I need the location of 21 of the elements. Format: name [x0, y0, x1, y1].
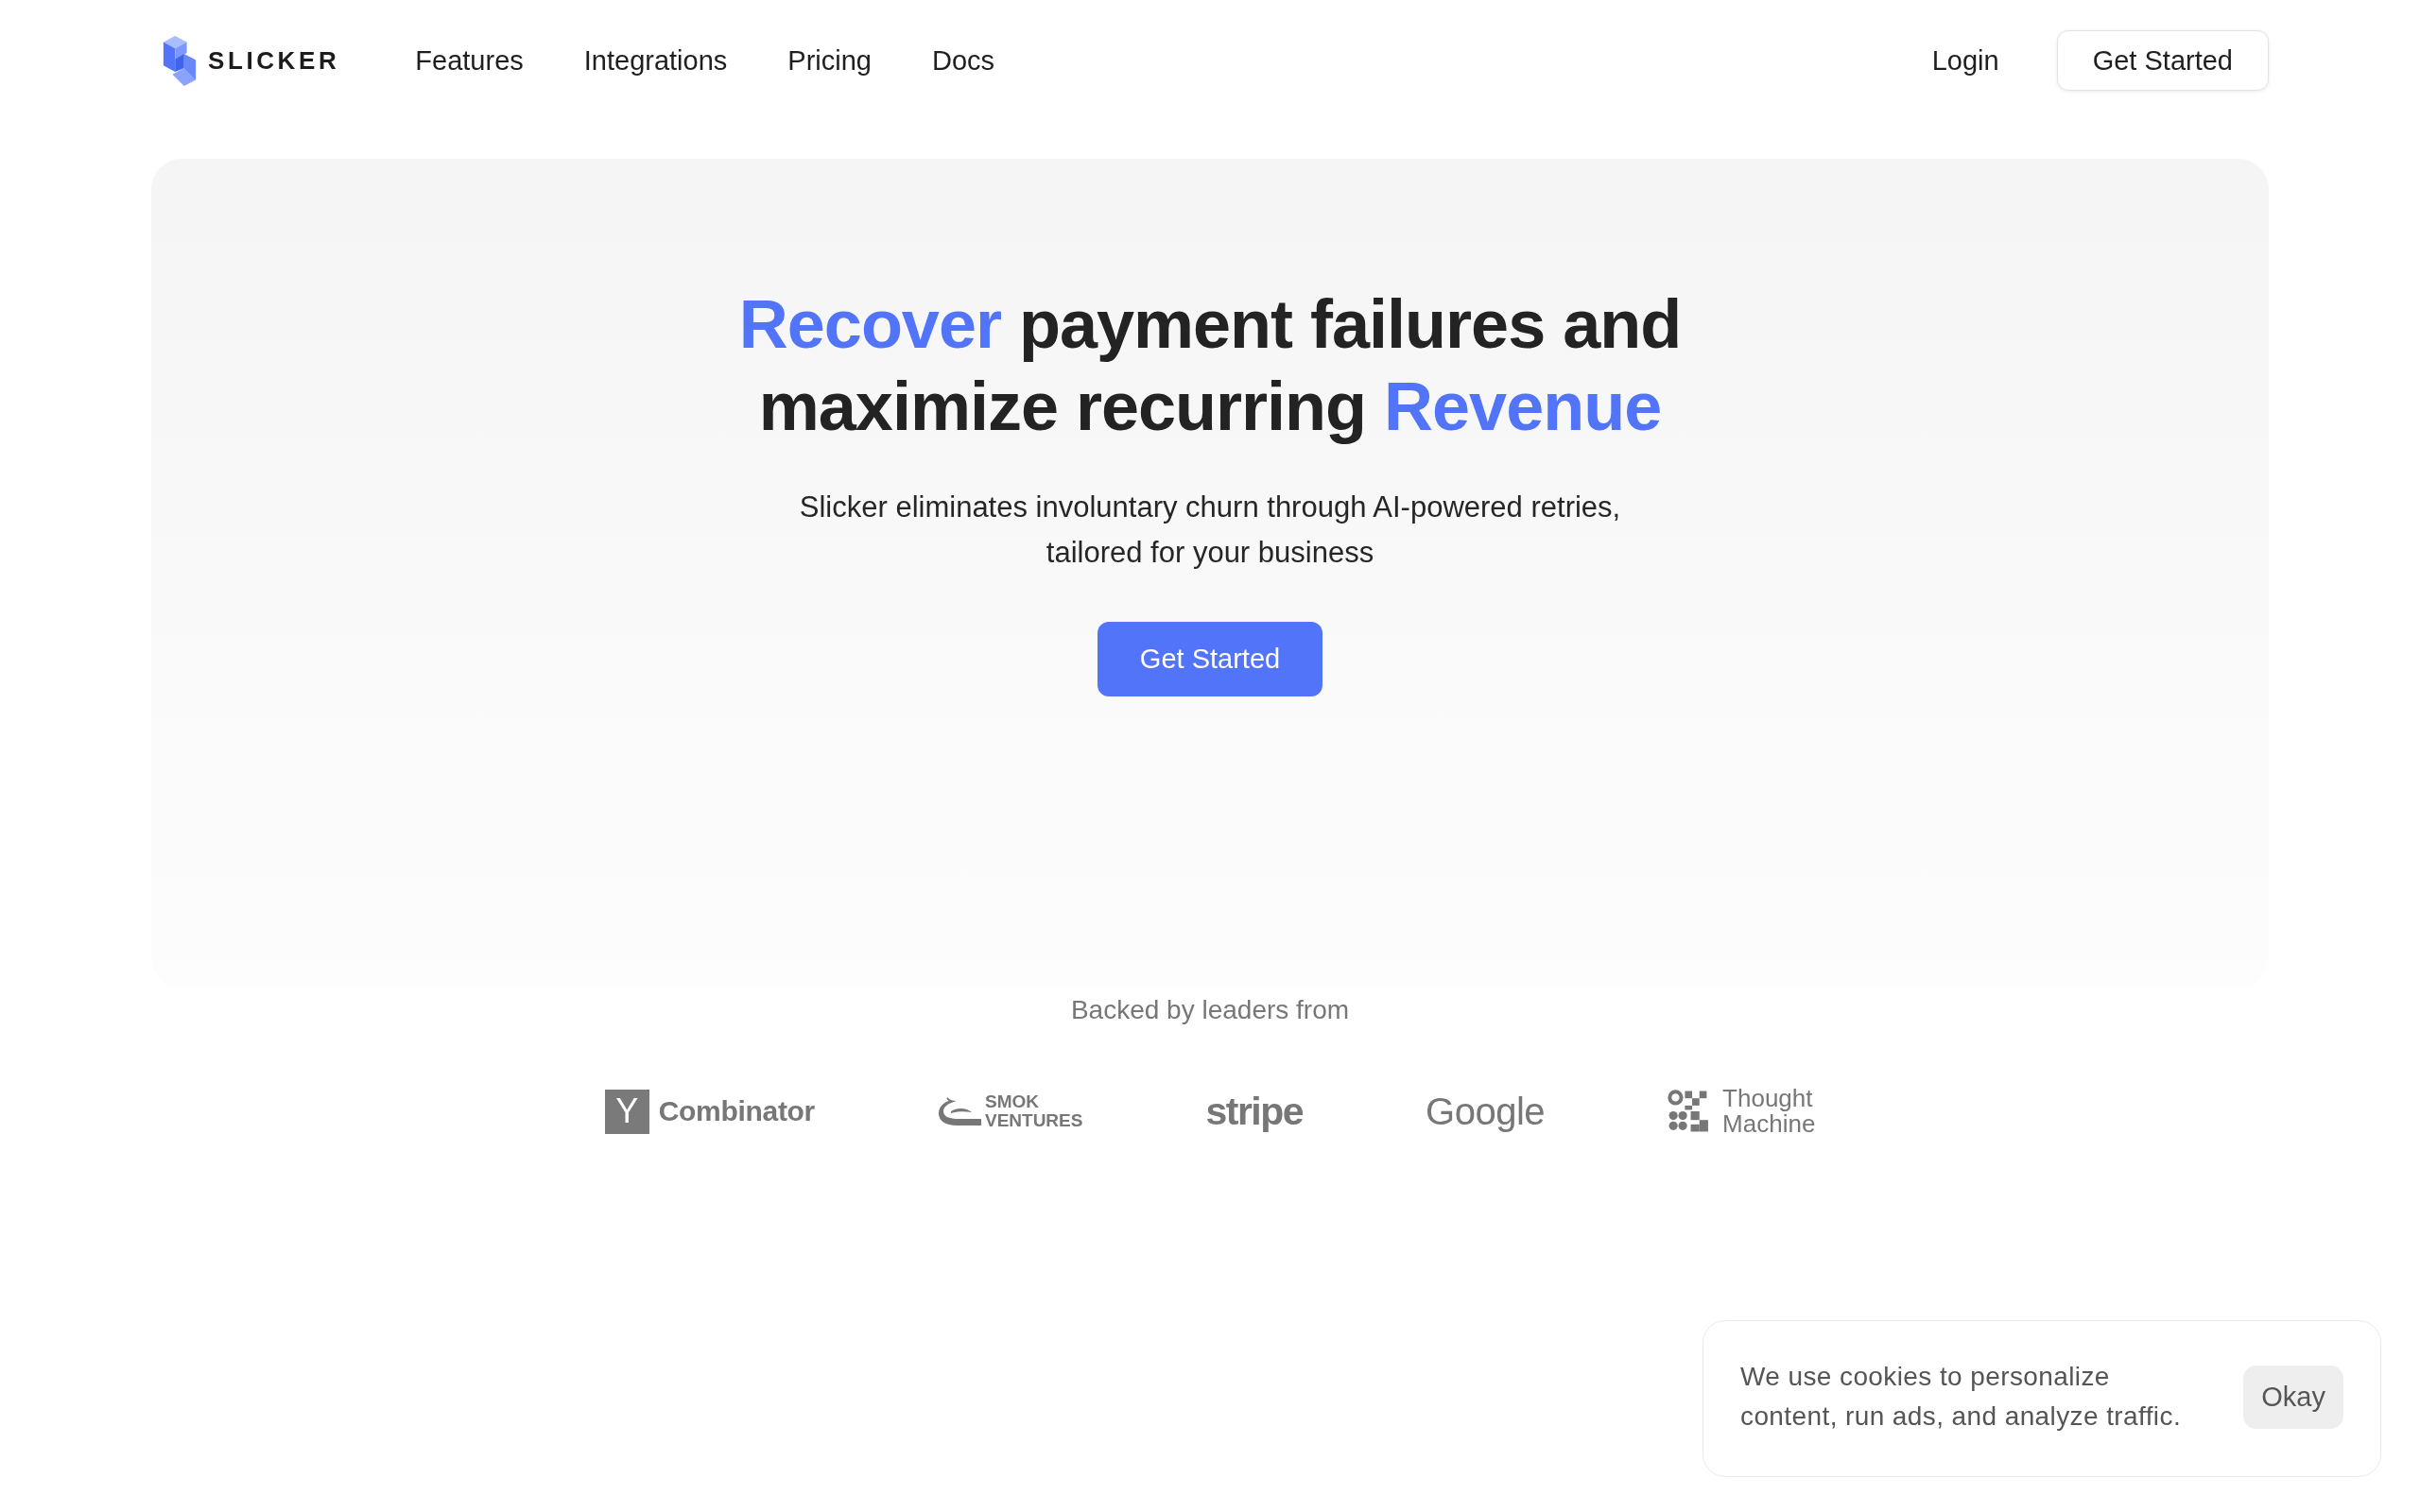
logo-wordmark: Thought Machine	[1722, 1086, 1816, 1137]
hero-heading: Recover payment failures and maximize recurring Revenue	[738, 285, 1682, 446]
logo-wordmark: Combinator	[658, 1095, 815, 1127]
nav-link[interactable]: Integrations	[583, 44, 728, 77]
logo-wordmark: SMOK VENTURES	[984, 1092, 1083, 1130]
logo-wordmark: stripe	[1205, 1089, 1304, 1134]
logo-wordmark: Google	[1426, 1090, 1546, 1133]
get-started-button[interactable]: Get Started	[1097, 622, 1323, 696]
brand-name: SLICKER	[208, 45, 340, 76]
swirl-icon	[937, 1095, 983, 1127]
okay-button[interactable]: Okay	[2243, 1365, 2343, 1429]
nav-link[interactable]: Pricing	[787, 44, 872, 77]
logo-icon	[162, 33, 198, 88]
backed-by-caption: Backed by leaders from	[1070, 994, 1350, 1026]
hero-subtitle: Slicker eliminates involuntary churn through AI-powered retries, tailored for your business	[799, 490, 1621, 571]
logo-mark: Y	[604, 1089, 649, 1134]
nav-link[interactable]: Features	[415, 44, 524, 77]
nav-link[interactable]: Docs	[932, 44, 995, 77]
login-link[interactable]: Login	[1931, 44, 1999, 77]
get-started-button[interactable]: Get Started	[2056, 30, 2269, 91]
cookie-notice-text: We use cookies to personalize content, run ads, and analyze traffic.	[1740, 1361, 2182, 1433]
